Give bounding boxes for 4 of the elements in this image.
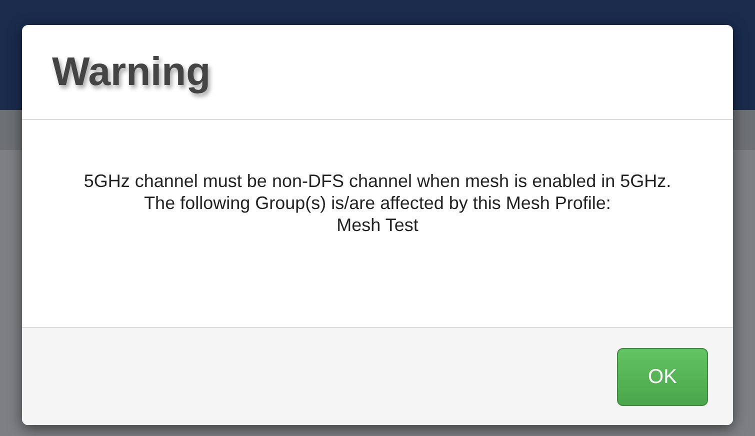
dialog-message: 5GHz channel must be non-DFS channel when mesh is enabled in 5GHz. The following Group(s) is/are affected by this Mesh Profile: <box>82 170 672 214</box>
dialog-title: Warning <box>52 49 210 96</box>
ok-button[interactable]: OK <box>617 348 708 406</box>
dialog-message: Mesh Test <box>336 214 418 236</box>
